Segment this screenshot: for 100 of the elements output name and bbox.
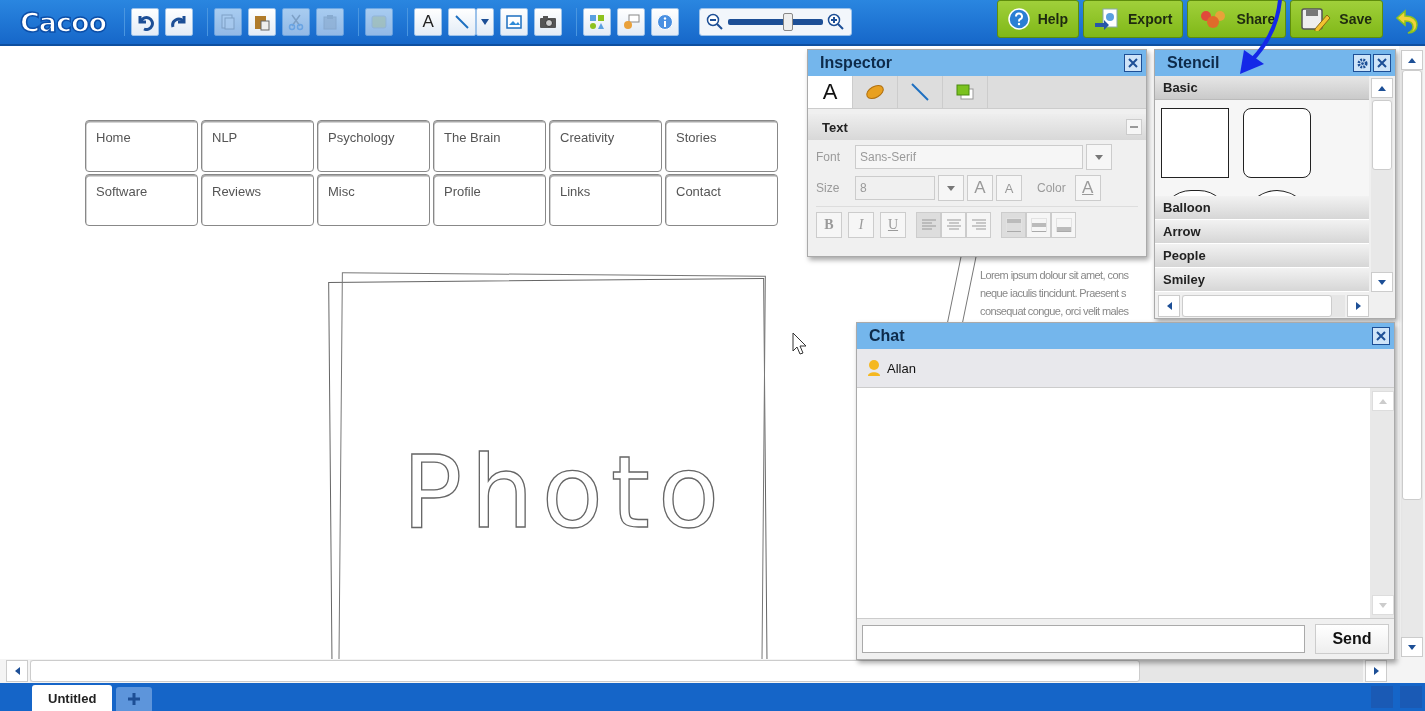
line-button[interactable] xyxy=(448,8,477,36)
nav-label: Profile xyxy=(444,184,481,199)
nav-label: Psychology xyxy=(328,130,395,145)
settings-button[interactable] xyxy=(1353,54,1371,72)
logo: Cacoo xyxy=(19,6,108,38)
font-label: Font xyxy=(816,150,841,164)
page-tab[interactable]: Untitled xyxy=(32,685,113,711)
caret-icon xyxy=(1094,153,1104,161)
close-button[interactable] xyxy=(1124,54,1142,72)
caret-icon xyxy=(946,184,956,192)
scroll-right-icon[interactable] xyxy=(1372,666,1380,676)
slider-thumb[interactable] xyxy=(783,13,793,31)
scroll-down-icon[interactable] xyxy=(1377,278,1387,286)
comment-icon xyxy=(622,13,641,31)
add-page-button[interactable] xyxy=(116,687,153,711)
nav-label: Creativity xyxy=(560,130,615,145)
note-icon xyxy=(370,13,389,31)
zoom-out-icon[interactable] xyxy=(706,13,725,31)
paste-button[interactable] xyxy=(248,8,277,36)
nav-label: Misc xyxy=(328,184,355,199)
scroll-thumb[interactable] xyxy=(1372,100,1392,170)
color-label: Color xyxy=(1037,181,1066,195)
close-icon xyxy=(1376,331,1386,341)
vertical-align-icon xyxy=(1030,218,1047,232)
plus-icon xyxy=(127,692,142,706)
nav-label: Links xyxy=(560,184,591,199)
nav-label: Home xyxy=(96,130,131,145)
fill-icon xyxy=(864,83,886,101)
horizontal-scrollbar[interactable] xyxy=(0,659,1425,683)
comment-button[interactable] xyxy=(617,8,646,36)
user-name: Allan xyxy=(887,360,916,376)
info-icon xyxy=(656,13,675,31)
vertical-align-icon xyxy=(1055,218,1072,232)
save-button[interactable]: Save xyxy=(1290,0,1383,38)
close-icon xyxy=(1377,58,1387,68)
info-button[interactable] xyxy=(651,8,680,36)
collapse-button[interactable] xyxy=(1126,119,1142,135)
image-icon xyxy=(505,13,524,31)
align-icon xyxy=(945,219,962,231)
vertical-scrollbar[interactable] xyxy=(1369,76,1395,294)
cursor-icon xyxy=(792,332,808,356)
scroll-left-icon[interactable] xyxy=(1165,301,1173,311)
nav-label: NLP xyxy=(212,130,238,145)
photo-label: Photo xyxy=(402,438,728,548)
help-button[interactable]: Help xyxy=(996,0,1080,38)
close-button[interactable] xyxy=(1372,327,1390,345)
rectangle-shape[interactable] xyxy=(1161,108,1229,178)
stencil-category[interactable]: Arrow xyxy=(1155,220,1369,244)
align-icon xyxy=(970,219,987,231)
zoom-slider[interactable] xyxy=(728,12,824,32)
vertical-align-icon xyxy=(1005,218,1022,232)
caret-icon xyxy=(480,18,491,26)
section-title: Text xyxy=(822,119,849,135)
rounded-rectangle-shape[interactable] xyxy=(1243,108,1311,178)
dropdown-button[interactable] xyxy=(476,8,495,36)
export-button[interactable]: Export xyxy=(1083,0,1184,38)
vertical-scrollbar[interactable] xyxy=(1399,46,1425,659)
shadow-icon xyxy=(955,83,975,101)
send-button[interactable]: Send xyxy=(1315,624,1389,654)
scroll-up-icon[interactable] xyxy=(1407,56,1417,64)
nav-label: The Brain xyxy=(444,130,501,145)
text-tool-button[interactable]: A xyxy=(414,8,443,36)
camera-icon xyxy=(539,13,558,31)
scroll-right-icon[interactable] xyxy=(1354,301,1362,311)
nav-label: Reviews xyxy=(212,184,262,199)
shapes-icon xyxy=(588,13,607,31)
scissors-icon xyxy=(287,13,306,31)
image-button[interactable] xyxy=(500,8,529,36)
stencil-category[interactable]: Balloon xyxy=(1155,196,1369,220)
help-icon xyxy=(1007,8,1030,30)
share-button[interactable]: Share xyxy=(1187,0,1287,38)
close-icon xyxy=(1128,58,1138,68)
nav-label: Software xyxy=(96,184,148,199)
copy-icon xyxy=(219,13,238,31)
button-label: Export xyxy=(1128,11,1173,27)
panel-title: Chat xyxy=(869,327,906,345)
nav-label: Contact xyxy=(676,184,721,199)
camera-button[interactable] xyxy=(534,8,563,36)
button-label: Save xyxy=(1339,11,1372,27)
scroll-up-icon[interactable] xyxy=(1377,84,1387,92)
stencil-category[interactable]: People xyxy=(1155,244,1369,268)
export-icon xyxy=(1094,8,1121,30)
close-button[interactable] xyxy=(1373,54,1391,72)
redo-button[interactable] xyxy=(165,8,194,36)
undo-arrow-icon[interactable] xyxy=(1395,9,1419,35)
user-icon xyxy=(867,359,881,377)
scroll-left-icon[interactable] xyxy=(13,666,21,676)
stencil-category[interactable]: Smiley xyxy=(1155,268,1369,292)
lorem-text: Lorem ipsum dolour sit amet, cons neque iaculis tincidunt. Praesent s consequat congue, orci velit males xyxy=(980,268,1130,319)
shapes-button[interactable] xyxy=(583,8,612,36)
size-label: Size xyxy=(816,181,841,195)
line-icon xyxy=(910,82,930,102)
scroll-down-icon[interactable] xyxy=(1407,643,1417,651)
align-icon xyxy=(920,219,937,231)
zoom-in-icon[interactable] xyxy=(827,13,846,31)
nav-label: Stories xyxy=(676,130,717,145)
message-input[interactable] xyxy=(862,625,1305,653)
stencil-category[interactable]: Basic xyxy=(1155,76,1369,100)
undo-button[interactable] xyxy=(131,8,160,36)
paste-icon xyxy=(253,13,272,31)
